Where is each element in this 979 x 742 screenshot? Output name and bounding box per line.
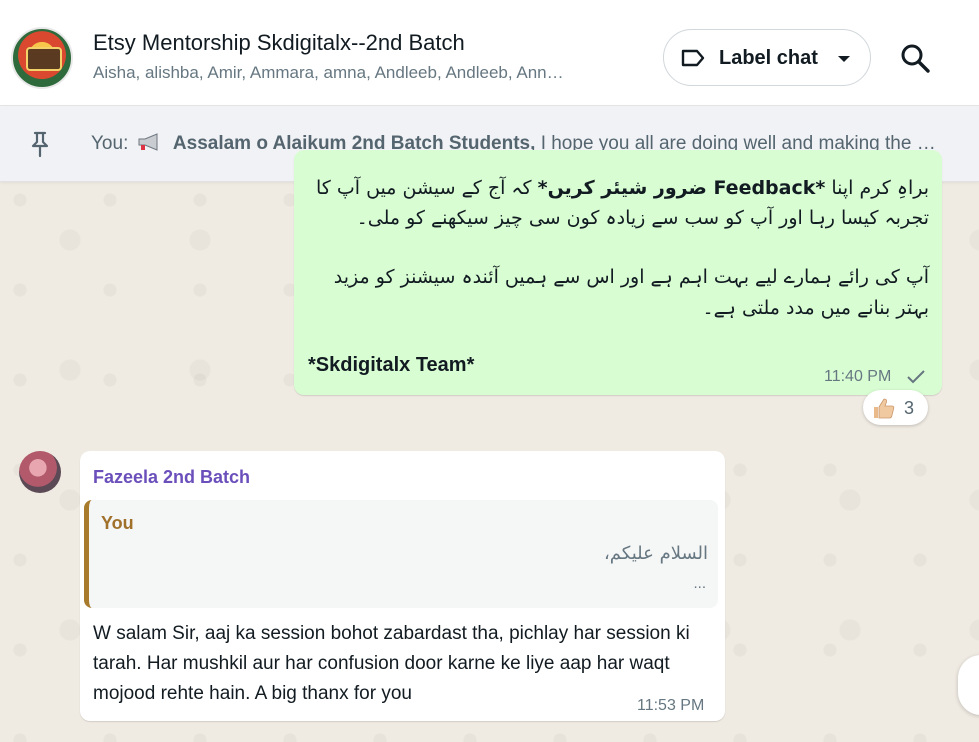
urdu-line-3: آپ کی رائے ہمارے لیے بہت اہم ہے اور اس س…	[333, 266, 929, 288]
urdu-line-1-bold: *Feedback ضرور شیئر کریں*	[537, 177, 826, 199]
check-icon	[907, 370, 925, 384]
quote-text: السلام علیکم،	[603, 543, 708, 564]
pinned-prefix: You:	[91, 133, 129, 154]
pin-icon	[31, 131, 49, 158]
message-time: 11:40 PM	[824, 368, 892, 385]
quote-ellipsis: ...	[693, 575, 706, 592]
reaction-badge[interactable]: 3	[863, 390, 928, 425]
sender-avatar[interactable]	[19, 451, 61, 493]
thumbs-up-icon	[874, 398, 895, 419]
chat-title[interactable]: Etsy Mentorship Skdigitalx--2nd Batch	[93, 30, 465, 56]
caret-down-icon	[838, 56, 850, 62]
urdu-line-4: بہتر بنانے میں مدد ملتی ہے۔	[702, 297, 930, 319]
message-text: W salam Sir, aaj ka session bohot zabard…	[93, 623, 690, 704]
quote-author: You	[101, 513, 134, 533]
label-chat-button[interactable]: Label chat	[663, 29, 871, 86]
urdu-line-2: تجربہ کیسا رہا اور آپ کو سب سے زیادہ کون…	[356, 207, 929, 229]
chat-members[interactable]: Aisha, alishba, Amir, Ammara, amna, Andl…	[93, 63, 623, 83]
label-chat-text: Label chat	[719, 47, 818, 69]
search-icon[interactable]	[899, 42, 931, 74]
quoted-message[interactable]: You السلام علیکم، ...	[84, 500, 718, 608]
team-signature: *Skdigitalx Team*	[308, 354, 475, 376]
urdu-line-1: براہِ کرم اپنا *Feedback ضرور شیئر کریں*…	[316, 177, 929, 199]
sender-name[interactable]: Fazeela 2nd Batch	[93, 467, 250, 488]
reaction-count: 3	[904, 398, 915, 418]
label-icon	[681, 49, 705, 67]
urdu-line-1-end: کہ آج کے سیشن میں آپ کا	[316, 177, 538, 199]
chat-header: Etsy Mentorship Skdigitalx--2nd Batch Ai…	[0, 0, 979, 106]
group-avatar[interactable]	[11, 27, 73, 89]
message-time: 11:53 PM	[637, 697, 705, 714]
urdu-line-1-start: براہِ کرم اپنا	[825, 177, 929, 199]
outgoing-message[interactable]: براہِ کرم اپنا *Feedback ضرور شیئر کریں*…	[294, 150, 942, 395]
incoming-message[interactable]: Fazeela 2nd Batch You السلام علیکم، ... …	[80, 451, 725, 721]
megaphone-icon	[138, 133, 158, 151]
